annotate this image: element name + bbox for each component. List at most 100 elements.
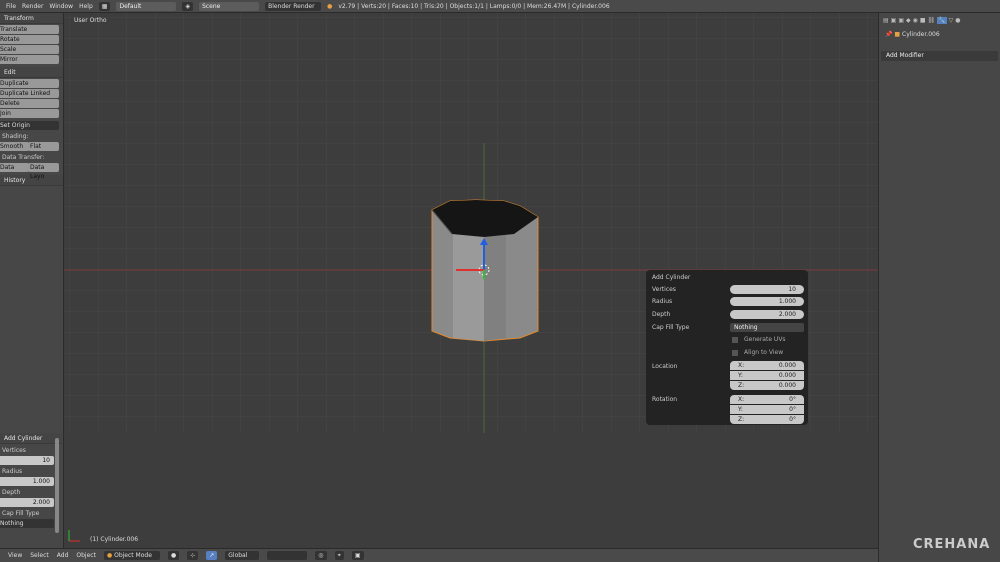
rotation-y-value: 0°: [789, 406, 796, 413]
shading-select-icon[interactable]: ●: [167, 551, 180, 560]
z-label: Z:: [738, 416, 745, 423]
properties-tabs[interactable]: ▤ ▣ ▣ ◆ ◉ ■ ⛓ 🔧 ▽ ●: [879, 13, 1000, 27]
menu-object[interactable]: Object: [76, 552, 96, 559]
data-transfer-label: Data Transfer:: [2, 154, 45, 161]
constraints-tab-icon[interactable]: ⛓: [928, 17, 936, 24]
crehana-watermark: CREHANA: [913, 537, 991, 552]
location-label: Location: [652, 363, 678, 370]
material-tab-icon[interactable]: ●: [955, 17, 960, 24]
render-engine-select[interactable]: Blender Render: [265, 1, 322, 11]
layers-tab-icon[interactable]: ▣: [898, 17, 904, 24]
duplicate-button[interactable]: Duplicate: [0, 79, 59, 88]
set-origin-select[interactable]: Set Origin: [0, 121, 59, 130]
location-z-field[interactable]: Z: 0.000: [730, 381, 804, 390]
rotation-label: Rotation: [652, 396, 678, 403]
smooth-button[interactable]: Smooth: [0, 142, 29, 151]
flat-button[interactable]: Flat: [28, 142, 59, 151]
scene-tab-icon[interactable]: ◆: [906, 17, 911, 24]
data-tab-icon[interactable]: ▽: [949, 17, 954, 24]
mirror-button[interactable]: Mirror: [0, 55, 59, 64]
location-y-value: 0.000: [778, 372, 796, 379]
transform-header[interactable]: Transform: [0, 13, 63, 24]
op-cap-select[interactable]: Nothing: [0, 519, 54, 528]
rotation-z-field[interactable]: Z: 0°: [730, 415, 804, 424]
vertices-field[interactable]: 10: [730, 285, 804, 294]
snap-icon[interactable]: ⌖: [334, 551, 344, 560]
align-to-view-checkbox[interactable]: Align to View: [732, 349, 783, 356]
rotation-y-field[interactable]: Y: 0°: [730, 405, 804, 414]
object-mode-icon: ●: [106, 552, 113, 559]
location-x-value: 0.000: [778, 362, 796, 369]
menu-render[interactable]: Render: [22, 3, 43, 10]
generate-uvs-label: Generate UVs: [744, 336, 786, 343]
z-label: Z:: [738, 382, 745, 389]
object-icon: ■: [894, 31, 901, 38]
edit-header[interactable]: Edit: [0, 67, 63, 78]
scale-button[interactable]: Scale: [0, 45, 59, 54]
layout-icon[interactable]: ▦: [98, 1, 111, 11]
rotation-x-field[interactable]: X: 0°: [730, 395, 804, 404]
operator-title: Add Cylinder: [652, 274, 691, 281]
layers-grid[interactable]: [267, 551, 308, 560]
radius-label: Radius: [652, 298, 673, 305]
op-depth-field[interactable]: 2.000: [0, 498, 54, 507]
data-button[interactable]: Data: [0, 163, 29, 172]
mode-label: Object Mode: [114, 552, 152, 559]
pivot-select-icon[interactable]: ⊹: [187, 551, 199, 560]
render-tab-icon[interactable]: ▣: [891, 17, 897, 24]
world-tab-icon[interactable]: ◉: [913, 17, 918, 24]
cap-fill-select[interactable]: Nothing: [730, 323, 804, 332]
orientation-select[interactable]: Global: [225, 551, 260, 560]
tool-shelf-scrollbar[interactable]: [55, 438, 59, 533]
y-label: Y:: [738, 372, 743, 379]
radius-field[interactable]: 1.000: [730, 297, 804, 306]
translate-button[interactable]: Translate: [0, 25, 59, 34]
top-header: File Render Window Help ▦ Default ◈ Scen…: [0, 0, 1000, 13]
delete-button[interactable]: Delete: [0, 99, 59, 108]
object-label: (1) Cylinder.006: [90, 536, 139, 543]
cap-fill-label: Cap Fill Type: [652, 324, 690, 331]
tool-shelf: Transform Translate Rotate Scale Mirror …: [0, 13, 64, 548]
add-modifier-select[interactable]: Add Modifier: [881, 51, 998, 61]
scene-icon[interactable]: ◈: [182, 1, 194, 11]
menu-window[interactable]: Window: [49, 3, 73, 10]
blender-logo-icon: ●: [327, 2, 333, 10]
add-cylinder-operator-panel: Add Cylinder Vertices 10 Radius 1.000 De…: [646, 270, 808, 425]
last-operator-panel: Add Cylinder Vertices 10 Radius 1.000 De…: [0, 433, 62, 528]
op-radius-label: Radius: [2, 468, 23, 475]
mode-select[interactable]: ● Object Mode: [103, 551, 160, 560]
proportional-edit-icon[interactable]: ◎: [315, 551, 327, 560]
shading-label: Shading:: [2, 133, 29, 140]
scene-select[interactable]: Scene: [199, 1, 260, 11]
menu-help[interactable]: Help: [79, 3, 93, 10]
rotate-button[interactable]: Rotate: [0, 35, 59, 44]
op-panel-title[interactable]: Add Cylinder: [0, 433, 62, 444]
layout-select[interactable]: Default: [116, 1, 177, 11]
join-button[interactable]: Join: [0, 109, 59, 118]
vertices-value: 10: [788, 286, 796, 293]
object-tab-icon[interactable]: ■: [920, 17, 926, 24]
op-vertices-field[interactable]: 10: [0, 456, 54, 465]
location-x-field[interactable]: X: 0.000: [730, 361, 804, 370]
op-depth-label: Depth: [2, 489, 21, 496]
modifiers-tab-icon[interactable]: 🔧: [937, 16, 947, 24]
data-layout-button[interactable]: Data Layo: [28, 163, 59, 180]
location-y-field[interactable]: Y: 0.000: [730, 371, 804, 380]
menu-select[interactable]: Select: [30, 552, 49, 559]
rotation-z-value: 0°: [789, 416, 796, 423]
op-radius-field[interactable]: 1.000: [0, 477, 54, 486]
object-breadcrumb: 📌 ■ Cylinder.006: [879, 27, 1000, 43]
duplicate-linked-button[interactable]: Duplicate Linked: [0, 89, 59, 98]
menu-file[interactable]: File: [6, 3, 16, 10]
render-preview-icon[interactable]: ▣: [351, 551, 364, 560]
generate-uvs-checkbox[interactable]: Generate UVs: [732, 336, 786, 343]
y-label: Y:: [738, 406, 743, 413]
menu-view[interactable]: View: [8, 552, 22, 559]
editor-type-icon[interactable]: ▤: [883, 17, 889, 24]
axis-gizmo-icon: [68, 530, 80, 542]
menu-add[interactable]: Add: [57, 552, 69, 559]
depth-field[interactable]: 2.000: [730, 310, 804, 319]
manipulator-toggle-icon[interactable]: ↗: [206, 551, 218, 560]
pin-icon[interactable]: 📌: [885, 31, 892, 38]
depth-label: Depth: [652, 311, 671, 318]
